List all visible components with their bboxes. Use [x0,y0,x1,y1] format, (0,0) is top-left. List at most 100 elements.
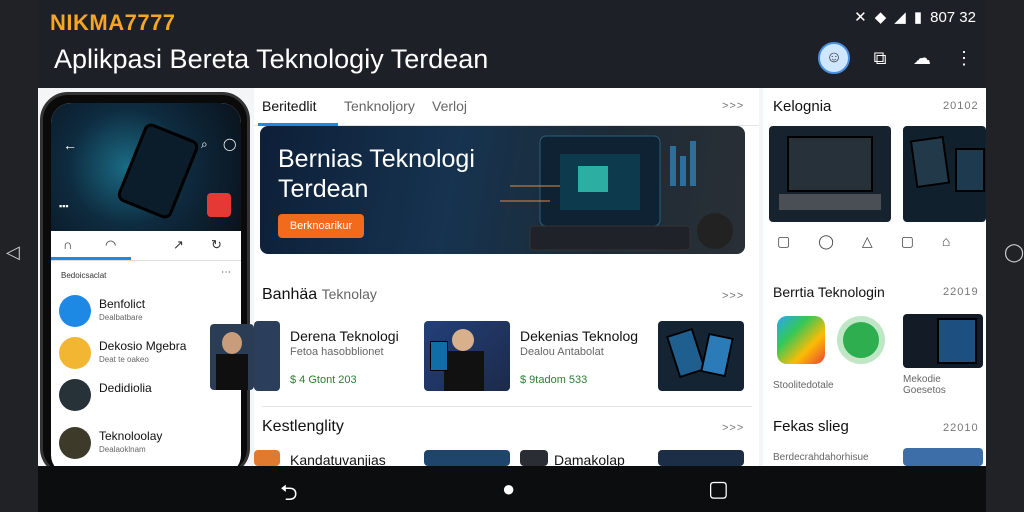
hero-button[interactable]: Berknoarikur [278,214,364,238]
main-column: Beritedlit Tenknoljory Verloj >>> Bernia… [254,88,759,468]
phone-screen-thumb-2 [955,148,985,192]
laptop-base [779,194,881,210]
right-section1-title: Kelognia [773,98,832,115]
signal-icon: ◢ [894,9,906,26]
circle-icon[interactable]: ◯ [223,137,236,151]
emoji-icon [59,337,91,369]
chat-icon[interactable]: ◯ [818,233,834,250]
section1-title: Banhäa Teknolay [262,286,377,304]
phone-thumb [430,341,448,371]
status-icons: ✕ ◆ ◢ ▮ 807 32 [854,8,976,27]
wifi-icon: ◆ [874,9,887,26]
card1-price: $ 4 Gtont 203 [290,374,357,386]
avatar[interactable]: ☺ [818,42,850,74]
tab-berita[interactable]: Beritedlit [262,98,316,114]
app-logo-icon[interactable] [207,193,231,217]
tab-bar: Beritedlit Tenknoljory Verloj >>> [254,88,759,126]
right-action-row: ▢ ◯ △ ▢ ⌂ [777,233,950,250]
phone-more-icon[interactable]: ⋯ [221,267,231,278]
content-area: Beritedlit Tenknoljory Verloj >>> Bernia… [38,88,986,476]
right-thumb-laptop[interactable] [769,126,891,222]
tile2-label: Mekodie Goesetos [903,374,946,396]
square-icon-2[interactable]: ▢ [901,233,914,250]
tile1-label: Stoolitedotale [773,380,834,391]
prev-arrow-icon[interactable]: ◁ [6,242,20,263]
card1-title[interactable]: Derena Teknologi [290,328,399,344]
home-icon[interactable]: ∩ [63,237,72,252]
phone-item-label: Benfolict [99,297,146,311]
phone-header: ← ⌕ ◯ ▪▪▪ [51,103,241,231]
section1-title-light: Teknolay [321,286,377,302]
card5-avatar [520,450,548,466]
cloud-icon[interactable]: ☁ [910,46,934,70]
layers-icon[interactable]: ⧉ [868,46,892,70]
phone-tab-underline [51,257,131,260]
tab-verloj[interactable]: Verloj [432,98,467,114]
card5-thumb[interactable] [424,450,510,466]
card-thumb-partial[interactable] [254,321,280,391]
right-section1-count: 20102 [943,100,979,112]
tabs-more-link[interactable]: >>> [722,100,744,112]
card4-thumb[interactable] [254,450,280,466]
refresh-icon[interactable]: ↻ [211,237,222,253]
person-body [444,351,484,391]
pin-icon[interactable]: ⌂ [942,233,950,250]
right-thumb-device[interactable] [903,314,983,368]
appbar-actions: ☺ ⧉ ☁ ⋮ [818,42,976,74]
right-section3-count: 22010 [943,422,979,434]
status-time: 807 32 [930,8,976,26]
play-store-icon[interactable] [777,316,825,364]
phone-item-label: Dekosio Mgebra [99,339,187,353]
device-screen [937,318,977,364]
person-head [452,329,474,351]
phone-mockup: ← ⌕ ◯ ▪▪▪ ∩ ◠ ↗ ↻ Bedoicsaclat ⋯ Benfoli… [40,92,250,476]
hero-banner[interactable]: Bernias Teknologi Terdean Berknoarikur [260,126,745,254]
phone-screen-thumb [909,135,951,189]
recents-icon[interactable]: ▢ [708,476,729,502]
divider [262,406,752,407]
home-circle-icon[interactable]: ● [502,476,515,502]
mute-icon: ✕ [854,9,867,26]
phone-item-label: Dedidiolia [99,381,152,395]
hero-title: Bernias Teknologi Terdean [278,145,475,203]
section1-title-bold: Banhäa [262,286,318,303]
card1-sub: Fetoa hasobblionet [290,346,384,358]
right-footer-note: Berdecrahdahorhisue [773,452,869,463]
triangle-icon[interactable]: △ [862,233,873,250]
right-thumb-bottom[interactable] [903,448,983,466]
green-app-icon[interactable] [837,316,885,364]
back-icon[interactable]: ⮌ [280,476,298,512]
card6-thumb[interactable] [658,450,744,466]
app-bar: Aplikpasi Bereta Teknologiy Terdean ☺ ⧉ … [38,34,986,88]
right-thumb-phone[interactable] [903,126,986,222]
card3-thumb[interactable] [658,321,744,391]
more-vert-icon[interactable]: ⋮ [952,46,976,70]
tab-teknologi[interactable]: Tenknoljory [344,98,415,114]
floating-thumb[interactable] [210,324,254,390]
back-arrow-icon[interactable]: ← [63,137,77,153]
bookmark-icon[interactable]: ◠ [105,237,116,253]
section1-more-link[interactable]: >>> [722,290,744,302]
section2-title: Kestlenglity [262,418,344,435]
card2-title[interactable]: Dekenias Teknolog [520,328,638,344]
status-bar: NIKMA7777 ✕ ◆ ◢ ▮ 807 32 [38,0,986,35]
card2-price: $ 9tadom 533 [520,374,588,386]
card2-sub: Dealou Antabolat [520,346,604,358]
phone-list-item[interactable]: Teknoloolay Dealaoklnam [59,425,237,465]
card2-thumb[interactable] [424,321,510,391]
phone-item-sub: Dealbatbare [99,313,143,322]
section2-more-link[interactable]: >>> [722,422,744,434]
phone-item-sub: Dealaoklnam [99,445,146,454]
battery-icon: ▮ [913,9,923,26]
search-icon[interactable]: ⌕ [201,137,208,152]
person-head [222,332,242,354]
square-icon[interactable]: ▢ [777,233,790,250]
app-title: Aplikpasi Bereta Teknologiy Terdean [54,44,489,74]
system-nav-bar: ⮌ ● ▢ [38,466,986,512]
right-section3-title: Fekas slieg [773,418,849,435]
right-circle-icon[interactable]: ◯ [1004,242,1024,263]
brand-label: NIKMA7777 [50,10,176,35]
laptop-screen [787,136,873,192]
right-section2-count: 22019 [943,286,979,298]
trend-icon[interactable]: ↗ [173,237,184,253]
